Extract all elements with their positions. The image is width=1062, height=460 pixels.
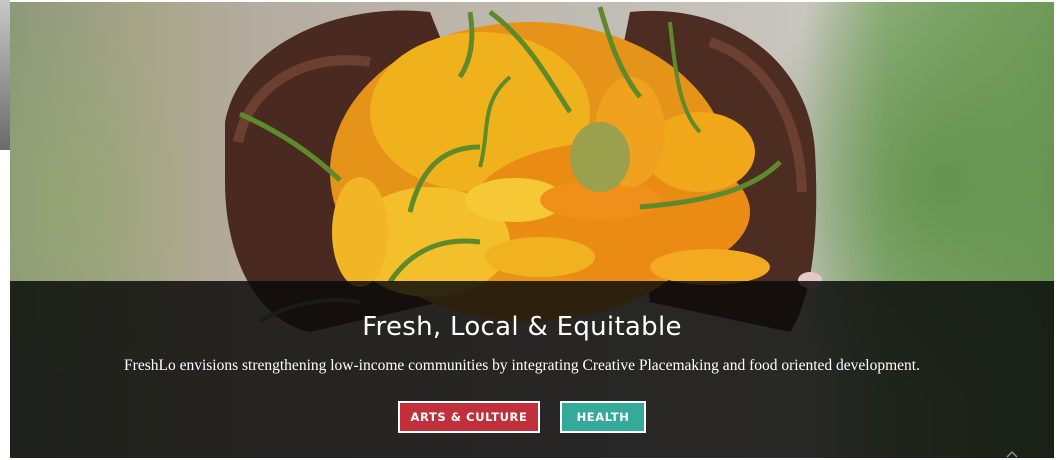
health-button[interactable]: HEALTH — [560, 401, 646, 433]
chevron-up-icon[interactable] — [1004, 449, 1020, 459]
hero-title: Fresh, Local & Equitable — [362, 312, 682, 342]
page-edge-strip — [0, 0, 10, 150]
hero-banner — [10, 2, 1054, 458]
arts-culture-button[interactable]: ARTS & CULTURE — [398, 401, 540, 433]
hero-subtitle: FreshLo envisions strengthening low-inco… — [124, 357, 920, 374]
